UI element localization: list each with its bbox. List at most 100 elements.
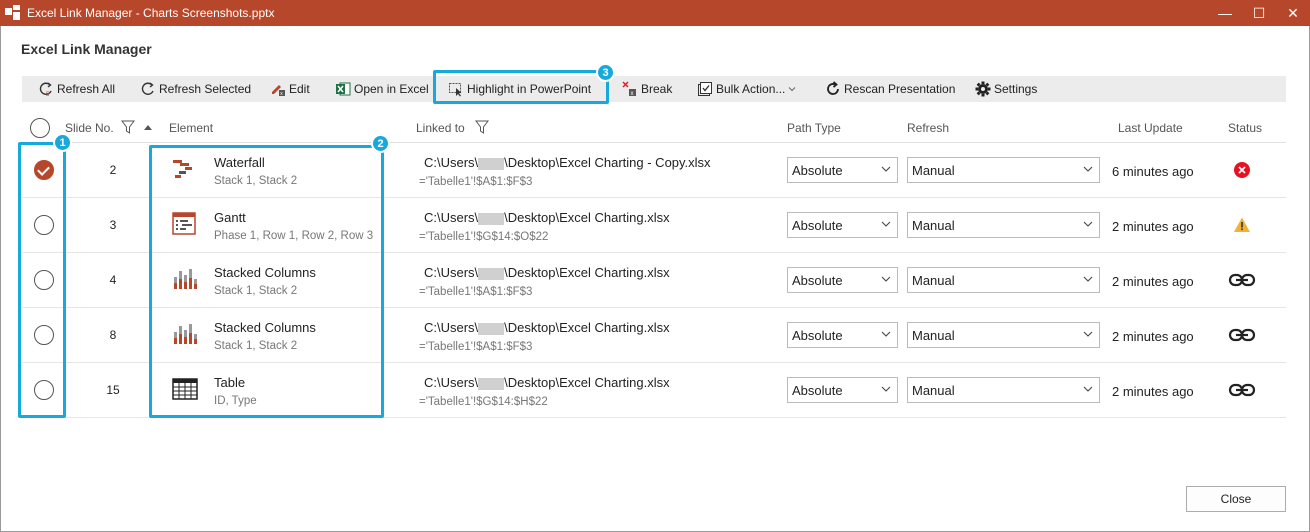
slide-number: 4 — [109, 273, 117, 287]
column-header-linked-to[interactable]: Linked to — [416, 121, 465, 135]
chevron-down-icon — [1083, 166, 1093, 172]
linked-file-path: C:\Users\ \Desktop\Excel Charting.xlsx — [424, 210, 670, 225]
path-type-value: Absolute — [792, 382, 843, 398]
refresh-mode-value: Manual — [912, 272, 955, 288]
path-suffix: \Desktop\Excel Charting.xlsx — [504, 320, 670, 335]
slide-number: 15 — [106, 383, 120, 397]
rescan-icon — [825, 81, 841, 97]
excel-icon — [335, 81, 351, 97]
refresh-mode-value: Manual — [912, 382, 955, 398]
toolbar: 5 Refresh All Refresh Selected x Edit Op… — [22, 76, 1286, 102]
minimize-button[interactable]: — — [1208, 0, 1242, 26]
bulk-checklist-icon — [697, 81, 713, 97]
gear-icon — [975, 81, 991, 97]
path-type-select[interactable]: Absolute — [787, 267, 898, 293]
rescan-presentation-button[interactable]: Rescan Presentation — [825, 76, 955, 102]
linked-file-path: C:\Users\ \Desktop\Excel Charting - Copy.… — [424, 155, 711, 170]
refresh-selected-label: Refresh Selected — [159, 82, 252, 96]
chevron-down-icon — [881, 331, 891, 337]
linked-range: ='Tabelle1'!$G$14:$O$22 — [419, 231, 549, 243]
slide-number: 2 — [109, 163, 117, 177]
path-type-value: Absolute — [792, 327, 843, 343]
refresh-mode-value: Manual — [912, 327, 955, 343]
path-prefix: C:\Users\ — [424, 210, 479, 225]
slide-number: 3 — [109, 218, 117, 232]
callout-badge-1: 1 — [53, 133, 72, 152]
slide-number: 8 — [109, 328, 117, 342]
break-label: Break — [641, 82, 673, 96]
path-suffix: \Desktop\Excel Charting - Copy.xlsx — [504, 155, 711, 170]
redacted-username — [478, 212, 505, 225]
rescan-label: Rescan Presentation — [844, 82, 956, 96]
column-header-status[interactable]: Status — [1228, 121, 1262, 135]
linked-file-path: C:\Users\ \Desktop\Excel Charting.xlsx — [424, 375, 670, 390]
chevron-down-icon — [881, 221, 891, 227]
open-in-excel-button[interactable]: Open in Excel — [335, 76, 429, 102]
chevron-down-icon — [788, 82, 796, 96]
edit-button[interactable]: x Edit — [270, 76, 310, 102]
callout-badge-3: 3 — [596, 63, 615, 82]
chevron-down-icon — [881, 166, 891, 172]
refresh-selected-button[interactable]: Refresh Selected — [140, 76, 251, 102]
linked-file-path: C:\Users\ \Desktop\Excel Charting.xlsx — [424, 265, 670, 280]
edit-label: Edit — [289, 82, 310, 96]
settings-button[interactable]: Settings — [975, 76, 1037, 102]
edit-pencil-icon: x — [270, 81, 286, 97]
close-window-button[interactable]: ✕ — [1276, 0, 1310, 26]
refresh-mode-select[interactable]: Manual — [907, 322, 1100, 348]
warning-status-icon — [1232, 215, 1252, 235]
path-prefix: C:\Users\ — [424, 375, 479, 390]
path-type-value: Absolute — [792, 162, 843, 178]
refresh-mode-select[interactable]: Manual — [907, 267, 1100, 293]
last-update: 2 minutes ago — [1112, 274, 1194, 289]
chevron-down-icon — [1083, 276, 1093, 282]
column-header-element[interactable]: Element — [169, 121, 213, 135]
link-status-icon — [1227, 325, 1257, 345]
powerpoint-app-icon — [5, 5, 21, 21]
filter-icon[interactable] — [475, 120, 489, 137]
path-type-select[interactable]: Absolute — [787, 157, 898, 183]
page-title: Excel Link Manager — [21, 41, 152, 57]
callout-badge-2: 2 — [371, 134, 390, 153]
select-all-radio[interactable] — [30, 118, 50, 138]
linked-range: ='Tabelle1'!$G$14:$H$22 — [419, 396, 548, 408]
redacted-username — [478, 267, 505, 280]
bulk-actions-button[interactable]: Bulk Action... — [697, 76, 796, 102]
path-type-select[interactable]: Absolute — [787, 212, 898, 238]
chevron-down-icon — [1083, 386, 1093, 392]
refresh-mode-select[interactable]: Manual — [907, 157, 1100, 183]
path-prefix: C:\Users\ — [424, 265, 479, 280]
open-in-excel-label: Open in Excel — [354, 82, 429, 96]
path-type-select[interactable]: Absolute — [787, 322, 898, 348]
last-update: 2 minutes ago — [1112, 384, 1194, 399]
path-type-value: Absolute — [792, 272, 843, 288]
highlight-box-2 — [149, 145, 384, 418]
bulk-actions-label: Bulk Action... — [716, 82, 786, 96]
refresh-mode-select[interactable]: Manual — [907, 212, 1100, 238]
redacted-username — [478, 377, 505, 390]
linked-range: ='Tabelle1'!$A$1:$F$3 — [419, 176, 533, 188]
sort-ascending-icon[interactable] — [143, 122, 153, 136]
last-update: 2 minutes ago — [1112, 219, 1194, 234]
window-title: Excel Link Manager - Charts Screenshots.… — [27, 6, 275, 20]
path-type-select[interactable]: Absolute — [787, 377, 898, 403]
close-button[interactable]: Close — [1186, 486, 1286, 512]
path-prefix: C:\Users\ — [424, 155, 479, 170]
column-header-last-update[interactable]: Last Update — [1118, 121, 1183, 135]
highlight-box-3 — [433, 70, 609, 104]
highlight-box-1 — [18, 142, 66, 418]
path-type-value: Absolute — [792, 217, 843, 233]
column-header-slide-no[interactable]: Slide No. — [65, 121, 114, 135]
break-link-button[interactable]: x Break — [622, 76, 672, 102]
maximize-button[interactable]: ☐ — [1242, 0, 1276, 26]
last-update: 2 minutes ago — [1112, 329, 1194, 344]
refresh-all-button[interactable]: 5 Refresh All — [38, 76, 115, 102]
refresh-mode-value: Manual — [912, 217, 955, 233]
column-header-refresh[interactable]: Refresh — [907, 121, 949, 135]
break-link-icon: x — [622, 81, 638, 97]
chevron-down-icon — [1083, 221, 1093, 227]
column-header-path-type[interactable]: Path Type — [787, 121, 841, 135]
linked-file-path: C:\Users\ \Desktop\Excel Charting.xlsx — [424, 320, 670, 335]
refresh-mode-select[interactable]: Manual — [907, 377, 1100, 403]
filter-icon[interactable] — [121, 120, 135, 137]
